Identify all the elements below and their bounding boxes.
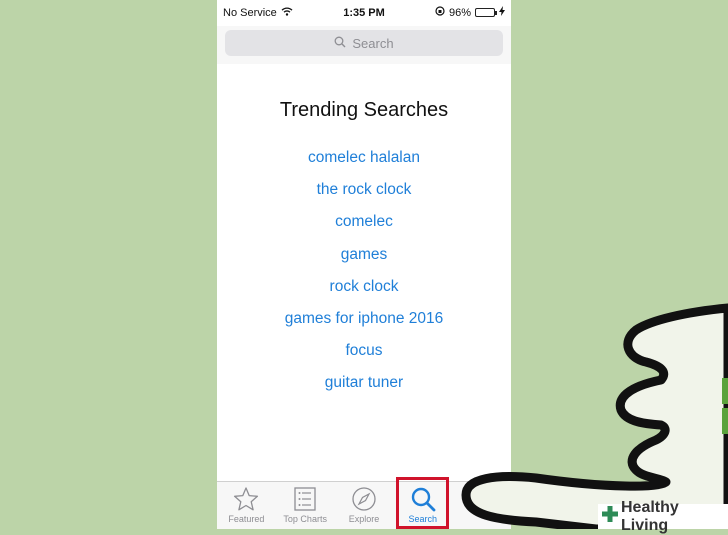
logo-text: Healthy Living [621, 498, 679, 534]
tab-updates[interactable]: 12 [452, 482, 511, 529]
compass-icon [352, 487, 376, 511]
updates-badge: 12 [485, 484, 508, 498]
tab-search[interactable]: Search [393, 477, 452, 529]
plus-icon [602, 506, 618, 527]
trending-item[interactable]: comelec halalan [217, 142, 511, 174]
charging-icon [499, 6, 505, 19]
trending-item[interactable]: games [217, 239, 511, 271]
tab-label: Explore [348, 514, 380, 524]
list-icon [294, 487, 316, 511]
phone-screen: No Service 1:35 PM 96% Search Trending S… [217, 0, 511, 529]
trending-list: comelec halalan the rock clock comelec g… [217, 142, 511, 400]
trending-section: Trending Searches comelec halalan the ro… [217, 64, 511, 482]
search-bar-container: Search [217, 26, 511, 65]
rotation-lock-icon [435, 6, 445, 19]
search-placeholder: Search [352, 35, 394, 51]
search-icon [334, 36, 346, 51]
tab-explore[interactable]: Explore [335, 482, 394, 529]
trending-item[interactable]: games for iphone 2016 [217, 303, 511, 335]
tab-label: Search [408, 514, 438, 524]
tab-bar: Featured Top Charts Explore Search 12 [217, 477, 511, 529]
status-right: 96% [435, 6, 505, 19]
status-bar: No Service 1:35 PM 96% [217, 0, 511, 26]
tab-label: Featured [228, 514, 265, 524]
tab-top-charts[interactable]: Top Charts [276, 482, 335, 529]
trending-item[interactable]: focus [217, 335, 511, 367]
tab-featured[interactable]: Featured [217, 482, 276, 529]
search-input[interactable]: Search [225, 30, 503, 56]
battery-percent: 96% [448, 6, 471, 19]
trending-item[interactable]: the rock clock [217, 174, 511, 206]
battery-icon [475, 8, 497, 17]
trending-item[interactable]: guitar tuner [217, 367, 511, 399]
trending-item[interactable]: rock clock [217, 271, 511, 303]
trending-title: Trending Searches [279, 99, 449, 121]
search-icon [411, 487, 436, 512]
star-icon [234, 487, 259, 511]
trending-item[interactable]: comelec [217, 206, 511, 238]
healthy-living-logo: Healthy Living [598, 499, 728, 534]
tab-label: Top Charts [283, 514, 327, 524]
